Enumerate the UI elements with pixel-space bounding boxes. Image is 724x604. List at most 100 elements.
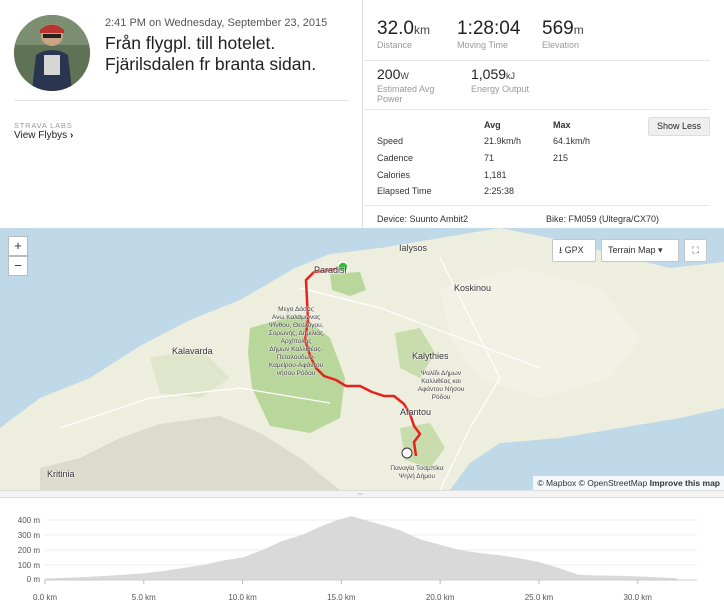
activity-title: Från flygpl. till hotelet. Fjärilsdalen …: [105, 33, 355, 75]
row-avg-speed: 21.9km/h: [484, 136, 522, 146]
divider: [364, 60, 710, 61]
mapbox-link[interactable]: © Mapbox: [537, 478, 576, 488]
gpx-label: GPX: [564, 245, 584, 255]
label-line: Πεταλουδων-: [276, 354, 316, 361]
stat-power: 200W Estimated Avg Power: [377, 66, 434, 104]
x-tick-label: 30.0 km: [623, 593, 652, 602]
row-max-cadence: 215: [553, 153, 569, 163]
col-avg-header: Avg: [484, 120, 501, 130]
label-line: Μεγα Δάσος: [278, 306, 314, 313]
row-avg-calories: 1,181: [484, 170, 507, 180]
avatar[interactable]: [14, 15, 90, 91]
col-max-header: Max: [553, 120, 571, 130]
place-paradisi: Paradisi: [314, 265, 347, 275]
label-line: Ψίνθου, Θεολόγου,: [268, 322, 324, 329]
elevation-area: [45, 516, 678, 580]
route-finish-marker: [401, 447, 413, 459]
strava-labs-label: STRAVA LABS: [14, 121, 73, 130]
stat-moving-time: 1:28:04 Moving Time: [457, 18, 520, 50]
place-kalavarda: Kalavarda: [172, 346, 213, 356]
label-line: Αφάντου Νήσου: [417, 386, 465, 393]
stat-elevation: 569m Elevation: [542, 18, 584, 50]
show-less-button[interactable]: Show Less: [648, 117, 710, 136]
elevation-value: 569: [542, 18, 574, 39]
x-tick-label: 5.0 km: [131, 593, 156, 602]
view-flybys-label: View Flybys: [14, 130, 68, 141]
place-kritinia: Kritinia: [47, 469, 75, 479]
elevation-label: Elevation: [542, 40, 580, 50]
elevation-unit: m: [573, 23, 584, 37]
stat-distance: 32.0km Distance: [377, 18, 430, 50]
label-line: Καλλιθέας και: [421, 378, 461, 385]
power-unit: W: [400, 71, 409, 81]
label-line: Καμείρου-Αφάντου: [268, 362, 324, 369]
improve-map-link[interactable]: Improve this map: [650, 478, 720, 488]
divider: [364, 109, 710, 110]
label-line: Ψαλίδι Δήμων: [420, 370, 462, 377]
place-ialysos: Ialysos: [399, 243, 428, 253]
row-avg-cadence: 71: [484, 153, 495, 163]
moving-time-label: Moving Time: [457, 40, 509, 50]
activity-title-line1: Från flygpl. till hotelet.: [105, 33, 276, 53]
activity-time: 2:41 PM: [105, 17, 146, 29]
label-mega-dasos: Μεγα Δάσος Ανω Καλαμώνας Ψίνθου, Θεολόγο…: [246, 306, 346, 378]
terrain-map-label: Terrain Map: [608, 245, 656, 255]
distance-unit: km: [413, 23, 430, 37]
x-tick-label: 25.0 km: [524, 593, 554, 602]
row-avg-elapsed: 2:25:38: [484, 186, 515, 196]
device-info: Device: Suunto Ambit2: [377, 214, 469, 224]
chevron-right-icon: ›: [69, 130, 74, 141]
x-tick-label: 15.0 km: [327, 593, 356, 602]
row-label-speed: Speed: [377, 136, 404, 146]
stat-energy: 1,059kJ Energy Output: [471, 66, 529, 94]
activity-title-line2: Fjärilsdalen fr branta sidan.: [105, 54, 317, 74]
label-line: Σορωνής, Δημιλιάς: [268, 330, 324, 337]
place-afantou: Afantou: [400, 407, 432, 417]
map-resize-handle[interactable]: ═: [0, 490, 724, 498]
divider: [14, 100, 348, 101]
zoom-in-button[interactable]: +: [8, 236, 28, 256]
map-canvas: [0, 228, 724, 490]
route-map[interactable]: + − ⭳ GPX Terrain Map ▾ ⛶ Ialysos Paradi…: [0, 228, 724, 490]
x-tick-label: 20.0 km: [425, 593, 455, 602]
x-tick-label: 0.0 km: [32, 593, 57, 602]
zoom-out-button[interactable]: −: [8, 256, 28, 276]
activity-datetime: 2:41 PM on Wednesday, September 23, 2015: [105, 17, 327, 29]
moving-time-value: 1:28:04: [457, 18, 521, 39]
activity-header: 2:41 PM on Wednesday, September 23, 2015…: [0, 0, 724, 228]
energy-unit: kJ: [506, 71, 516, 81]
fullscreen-icon: ⛶: [692, 245, 699, 255]
row-label-elapsed: Elapsed Time: [377, 186, 432, 196]
energy-value: 1,059: [471, 66, 507, 82]
view-flybys-link[interactable]: View Flybys ›: [14, 130, 73, 141]
power-label-line2: Power: [377, 94, 403, 104]
activity-date: on Wednesday, September 23, 2015: [145, 17, 328, 29]
distance-value: 32.0: [377, 18, 414, 39]
gpx-download-button[interactable]: ⭳ GPX: [552, 239, 596, 262]
caret-down-icon: ▾: [658, 245, 663, 255]
distance-label: Distance: [377, 40, 413, 50]
terrain-map-select[interactable]: Terrain Map ▾: [601, 239, 679, 262]
row-max-speed: 64.1km/h: [553, 136, 591, 146]
row-label-calories: Calories: [377, 170, 411, 180]
label-line: Ψηλή Δήμου: [398, 473, 436, 480]
label-line: Ανω Καλαμώνας: [271, 314, 321, 321]
energy-label: Energy Output: [471, 84, 530, 94]
elevation-plot: [44, 516, 697, 584]
power-value: 200: [377, 66, 401, 82]
power-label-line1: Estimated Avg: [377, 84, 435, 94]
label-line: Δήμων Καλλιθέας-: [269, 346, 323, 353]
label-line: Ρόδου: [431, 394, 451, 401]
label-psalidi: Ψαλίδι Δήμων Καλλιθέας και Αφάντου Νήσου…: [396, 370, 486, 402]
x-tick-label: 10.0 km: [228, 593, 257, 602]
label-line: νήσου Ρόδου: [276, 370, 316, 377]
activity-summary: 2:41 PM on Wednesday, September 23, 2015…: [0, 0, 363, 228]
elevation-chart[interactable]: 400 m 300 m 200 m 100 m 0 m 0.0 km 5.0 k…: [0, 498, 724, 604]
place-koskinou: Koskinou: [454, 283, 492, 293]
osm-link[interactable]: © OpenStreetMap: [579, 478, 648, 488]
label-line: Παναγία Τσαμπίκα: [390, 465, 444, 472]
label-panagia: Παναγία Τσαμπίκα Ψηλή Δήμου: [372, 465, 462, 481]
bike-info[interactable]: Bike: FM059 (Ultegra/CX70): [546, 214, 659, 224]
fullscreen-button[interactable]: ⛶: [684, 239, 707, 262]
label-line: Αρχίπολης: [280, 338, 312, 345]
